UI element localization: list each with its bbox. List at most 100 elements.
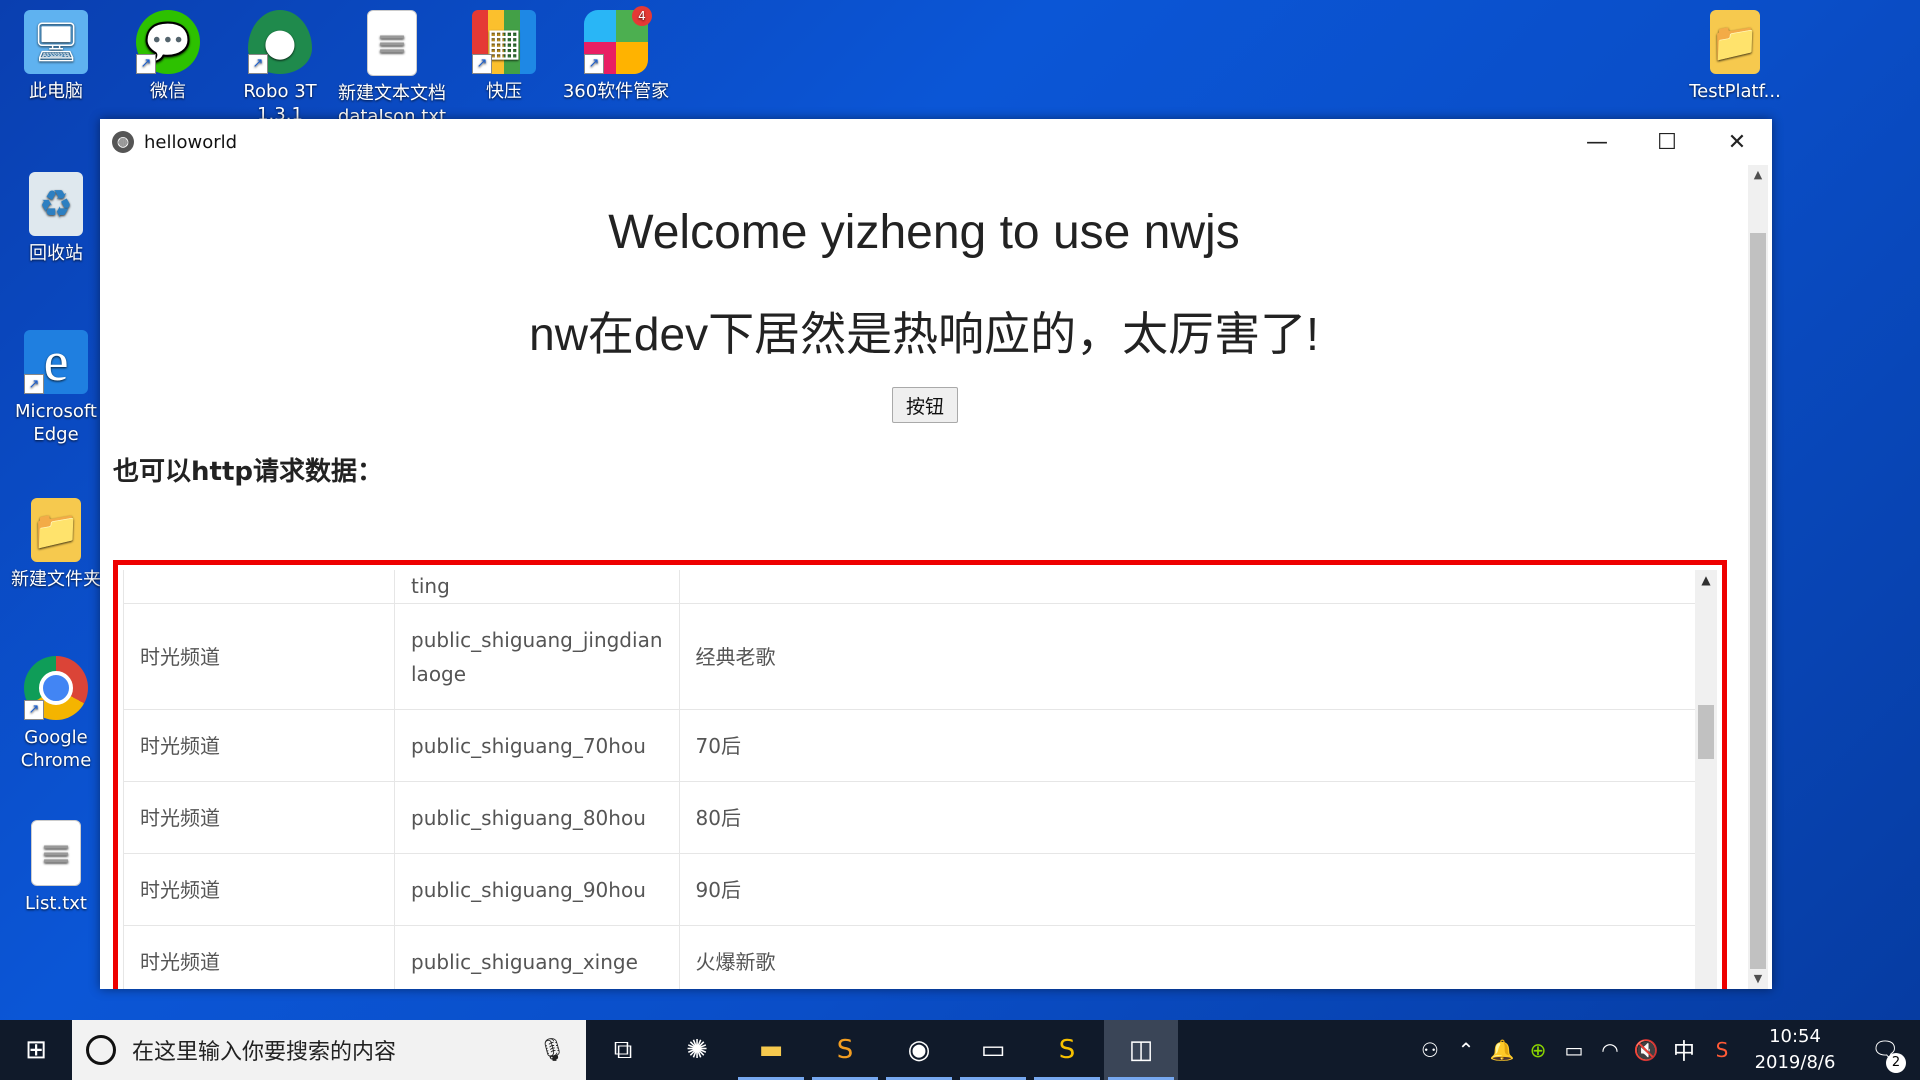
desktop-icon-wechat[interactable]: 💬 ↗ 微信	[113, 10, 223, 128]
table-row: 时光频道 public_shiguang_xinge 火爆新歌	[123, 925, 1708, 989]
desktop-icon-label: 新建文件夹	[11, 569, 101, 590]
desktop-icon-label: 此电脑	[29, 81, 83, 102]
system-tray: ⚇ ⌃ 🔔 ⊕ ▭ ◠ 🔇 中 S 10:54 2019/8/6 🗨 2	[1412, 1020, 1920, 1080]
app-window: ◍ helloworld — ☐ ✕ Welcome yizheng to us…	[100, 119, 1772, 989]
taskbar: ⊞ 在这里输入你要搜索的内容 🎙 ⧉ ✺ ▬ S ◉ ▭ S ◫ ⚇ ⌃ 🔔 ⊕…	[0, 1020, 1920, 1080]
360-manager-icon: 4 ↗	[584, 6, 652, 74]
clock[interactable]: 10:54 2019/8/6	[1740, 1024, 1850, 1076]
chrome-icon: ↗	[24, 656, 88, 720]
desktop-icon-recycle-bin[interactable]: ♻ 回收站	[1, 172, 111, 290]
desktop-icon-kuaiya[interactable]: ▦ ↗ 快压	[449, 10, 559, 128]
table-cell: 80后	[678, 781, 1708, 854]
pinwheel-app-icon[interactable]: ✺	[660, 1020, 734, 1080]
file-explorer-icon[interactable]: ▬	[734, 1020, 808, 1080]
robo3t-icon: ● ↗	[248, 10, 312, 74]
desktop-icon-edge[interactable]: e ↗ Microsoft Edge	[1, 330, 111, 448]
table-cell: 时光频道	[123, 603, 395, 710]
search-placeholder: 在这里输入你要搜索的内容	[132, 1040, 397, 1065]
desktop-icon-label: Microsoft Edge	[15, 401, 97, 445]
computer-icon: 🖥	[24, 10, 88, 74]
window-scrollbar[interactable]: ▲ ▼	[1748, 165, 1768, 989]
shortcut-arrow-icon: ↗	[248, 54, 268, 74]
nwjs-app-icon[interactable]: ◫	[1104, 1020, 1178, 1080]
table-cell: 时光频道	[123, 709, 395, 782]
table-row: ting	[123, 570, 1708, 604]
table-cell: 时光频道	[123, 781, 395, 854]
close-button[interactable]: ✕	[1702, 119, 1772, 165]
desktop-icon-list-txt[interactable]: ≡ List.txt	[1, 820, 111, 940]
page-title: Welcome yizheng to use nwjs	[608, 206, 1240, 259]
scroll-down-arrow-icon[interactable]: ▼	[1748, 969, 1768, 989]
sublime-text-icon[interactable]: S	[808, 1020, 882, 1080]
page-content: Welcome yizheng to use nwjs nw在dev下居然是热响…	[100, 165, 1748, 989]
scroll-up-arrow-icon[interactable]: ▲	[1695, 570, 1717, 590]
archive-icon: ▦ ↗	[472, 10, 536, 74]
shortcut-arrow-icon: ↗	[24, 374, 44, 394]
sogou-app-icon[interactable]: S	[1030, 1020, 1104, 1080]
action-center-icon[interactable]: 🗨 2	[1850, 1038, 1920, 1073]
recycle-bin-icon: ♻	[29, 172, 83, 236]
clock-time: 10:54	[1769, 1026, 1821, 1047]
table-cell: 时光频道	[123, 925, 395, 989]
text-file-icon: ≡	[31, 820, 81, 886]
data-table: ting 时光频道 public_shiguang_jingdian laoge…	[123, 570, 1708, 989]
chrome-taskbar-icon[interactable]: ◉	[882, 1020, 956, 1080]
desktop-icon-robo3t[interactable]: ● ↗ Robo 3T 1.3.1	[225, 10, 335, 128]
taskbar-search[interactable]: 在这里输入你要搜索的内容 🎙	[72, 1020, 586, 1080]
desktop-icon-new-folder[interactable]: 📁 新建文件夹	[1, 498, 111, 616]
desktop-icon-label: List.txt	[25, 893, 87, 914]
windows-start-icon[interactable]: ⊞	[0, 1020, 72, 1080]
cortana-icon	[86, 1035, 116, 1065]
table-cell	[678, 570, 1708, 604]
scroll-up-arrow-icon[interactable]: ▲	[1748, 165, 1768, 185]
notification-badge: 4	[632, 6, 652, 26]
table-cell: public_shiguang_80hou	[394, 781, 680, 854]
folder-icon: 📁	[31, 498, 81, 562]
bell-icon[interactable]: 🔔	[1484, 1038, 1520, 1062]
battery-icon[interactable]: ▭	[1556, 1038, 1592, 1062]
maximize-button[interactable]: ☐	[1632, 119, 1702, 165]
table-cell: 经典老歌	[678, 603, 1708, 710]
action-button[interactable]: 按钮	[892, 387, 958, 423]
wechat-icon: 💬 ↗	[136, 10, 200, 74]
table-cell: 火爆新歌	[678, 925, 1708, 989]
wifi-icon[interactable]: ◠	[1592, 1038, 1628, 1062]
sogou-ime-icon[interactable]: S	[1704, 1038, 1740, 1062]
desktop-icon-360-software[interactable]: 4 ↗ 360软件管家	[561, 6, 671, 128]
table-cell: 70后	[678, 709, 1708, 782]
shortcut-arrow-icon: ↗	[136, 54, 156, 74]
desktop-icon-text-document[interactable]: ≡ 新建文本文档 dataJson.txt	[337, 10, 447, 130]
globe-icon: ◍	[112, 131, 134, 153]
task-view-icon[interactable]: ⧉	[586, 1020, 660, 1080]
terminal-icon[interactable]: ▭	[956, 1020, 1030, 1080]
scrollbar-thumb[interactable]	[1698, 705, 1714, 759]
folder-icon: 📁	[1710, 10, 1760, 74]
microphone-icon[interactable]: 🎙	[538, 1038, 566, 1063]
table-scrollbar[interactable]: ▲ ▼	[1695, 570, 1717, 989]
volume-muted-icon[interactable]: 🔇	[1628, 1038, 1664, 1062]
shortcut-arrow-icon: ↗	[24, 700, 44, 720]
people-icon[interactable]: ⚇	[1412, 1038, 1448, 1062]
text-file-icon: ≡	[367, 10, 417, 76]
table-cell: public_shiguang_90hou	[394, 853, 680, 926]
edge-icon: e ↗	[24, 330, 88, 394]
shortcut-arrow-icon: ↗	[584, 54, 604, 74]
ime-indicator[interactable]: 中	[1664, 1034, 1704, 1066]
data-table-container[interactable]: ting 时光频道 public_shiguang_jingdian laoge…	[123, 570, 1717, 989]
table-cell: 90后	[678, 853, 1708, 926]
desktop-icon-this-pc[interactable]: 🖥 此电脑	[1, 10, 111, 128]
minimize-button[interactable]: —	[1562, 119, 1632, 165]
security-plus-icon[interactable]: ⊕	[1520, 1038, 1556, 1062]
section-title: 也可以http请求数据：	[113, 457, 383, 487]
page-subtitle: nw在dev下居然是热响应的，太厉害了!	[529, 308, 1319, 360]
desktop-icon-label: Google Chrome	[20, 727, 92, 771]
scrollbar-thumb[interactable]	[1750, 233, 1766, 969]
window-titlebar[interactable]: ◍ helloworld — ☐ ✕	[100, 119, 1772, 165]
chevron-up-icon[interactable]: ⌃	[1448, 1038, 1484, 1062]
table-row: 时光频道 public_shiguang_90hou 90后	[123, 853, 1708, 926]
shortcut-arrow-icon: ↗	[472, 54, 492, 74]
highlight-frame: ting 时光频道 public_shiguang_jingdian laoge…	[113, 560, 1727, 989]
desktop-icon-testplatform[interactable]: 📁 TestPlatf...	[1680, 10, 1790, 128]
desktop-icon-chrome[interactable]: ↗ Google Chrome	[1, 656, 111, 774]
table-row: 时光频道 public_shiguang_80hou 80后	[123, 781, 1708, 854]
